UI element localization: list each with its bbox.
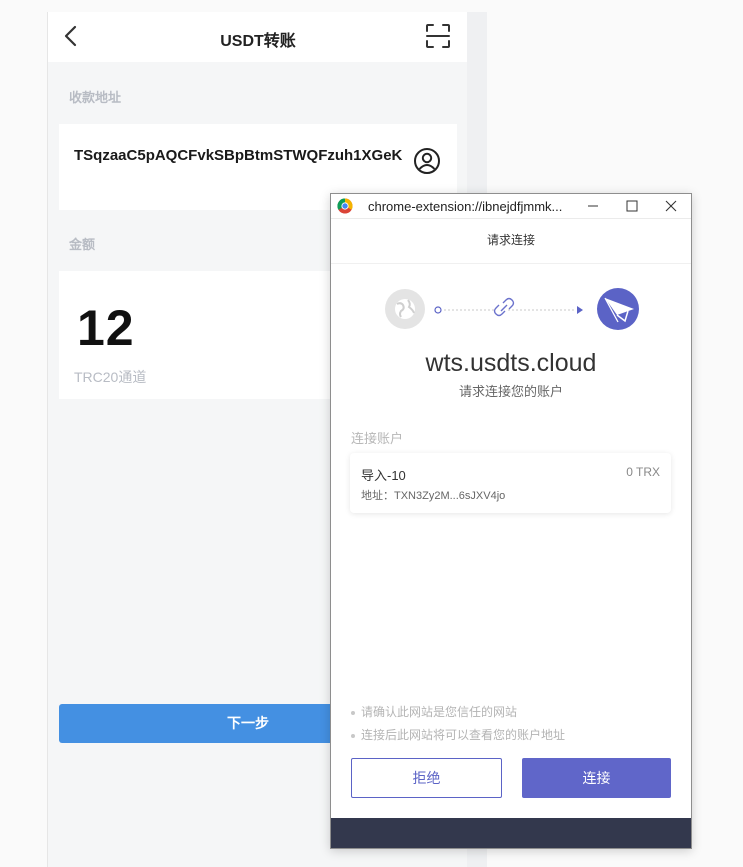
page-title: USDT转账 <box>220 33 296 50</box>
next-button-label: 下一步 <box>227 715 269 731</box>
scan-icon <box>426 24 450 48</box>
link-icon <box>493 297 515 317</box>
amount-label: 金额 <box>69 237 96 252</box>
close-icon[interactable] <box>663 198 679 214</box>
connection-graphic <box>385 288 639 330</box>
address-label: 收款地址 <box>69 90 122 105</box>
popup-header: 请求连接 <box>331 220 691 264</box>
amount-input[interactable]: 12 <box>77 299 135 357</box>
contact-button[interactable] <box>413 147 441 175</box>
note-visibility: 连接后此网站将可以查看您的账户地址 <box>351 726 565 743</box>
globe-icon <box>385 289 425 329</box>
minimize-icon[interactable] <box>585 198 601 214</box>
channel-label: TRC20通道 <box>74 369 147 385</box>
bullet-icon <box>351 733 355 738</box>
page: USDT转账 收款地址 TSqzaaC5pAQCFvkSBpBtmSTWQFzu… <box>0 0 743 867</box>
connect-popup-window: chrome-extension://ibnejdfjmmk... 请求连接 w… <box>330 193 692 849</box>
window-title: chrome-extension://ibnejdfjmmk... <box>368 199 563 214</box>
paper-plane-icon <box>597 288 639 330</box>
popup-footer <box>331 818 691 848</box>
maximize-icon[interactable] <box>624 198 640 214</box>
reject-button[interactable]: 拒绝 <box>351 758 502 798</box>
account-item[interactable]: 导入-10 0 TRX 地址：TXN3Zy2M...6sJXV4jo <box>350 453 671 513</box>
account-section-label: 连接账户 <box>351 431 404 446</box>
chrome-icon <box>337 198 353 214</box>
account-balance: 0 TRX <box>626 465 660 479</box>
site-subtitle: 请求连接您的账户 <box>458 384 563 399</box>
bullet-icon <box>351 710 355 715</box>
site-name: wts.usdts.cloud <box>425 349 597 377</box>
contact-icon <box>414 148 440 174</box>
window-titlebar[interactable]: chrome-extension://ibnejdfjmmk... <box>331 194 691 219</box>
app-header: USDT转账 <box>48 12 468 62</box>
connect-button[interactable]: 连接 <box>522 758 671 798</box>
note-trust: 请确认此网站是您信任的网站 <box>351 703 517 720</box>
account-name: 导入-10 <box>361 468 406 483</box>
scan-button[interactable] <box>425 23 451 49</box>
account-address: 地址：TXN3Zy2M...6sJXV4jo <box>361 490 506 502</box>
address-input[interactable]: TSqzaaC5pAQCFvkSBpBtmSTWQFzuh1XGeK <box>74 142 404 170</box>
